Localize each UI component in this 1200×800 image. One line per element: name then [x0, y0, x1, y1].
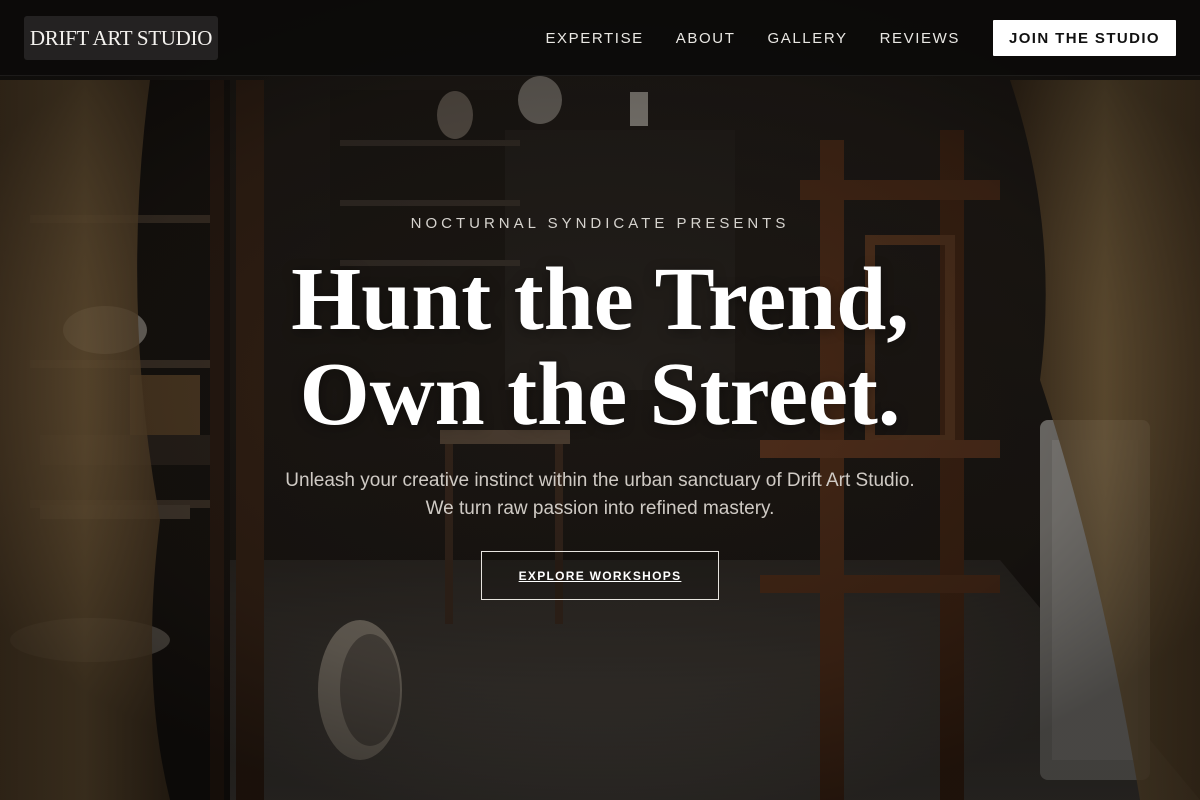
hero-subcopy: Unleash your creative instinct within th…: [285, 470, 915, 519]
hero-headline-line-2: Own the Street.: [299, 345, 901, 444]
nav-link-about[interactable]: ABOUT: [676, 30, 736, 47]
nav-link-gallery[interactable]: GALLERY: [767, 30, 847, 47]
site-header: DRIFT ART STUDIO EXPERTISE ABOUT GALLERY…: [0, 0, 1200, 76]
join-studio-button[interactable]: JOIN THE STUDIO: [993, 20, 1176, 56]
hero-section: NOCTURNAL SYNDICATE PRESENTS Hunt the Tr…: [0, 76, 1200, 800]
brand-logo[interactable]: DRIFT ART STUDIO: [24, 16, 218, 60]
nav-link-reviews[interactable]: REVIEWS: [880, 30, 960, 47]
explore-workshops-button[interactable]: EXPLORE WORKSHOPS: [481, 551, 719, 600]
hero-eyebrow: NOCTURNAL SYNDICATE PRESENTS: [410, 215, 790, 232]
main-nav: EXPERTISE ABOUT GALLERY REVIEWS: [545, 0, 960, 76]
hero-headline: Hunt the Trend, Own the Street.: [0, 252, 1200, 442]
hero-headline-line-1: Hunt the Trend,: [291, 250, 909, 349]
nav-link-expertise[interactable]: EXPERTISE: [545, 30, 643, 47]
